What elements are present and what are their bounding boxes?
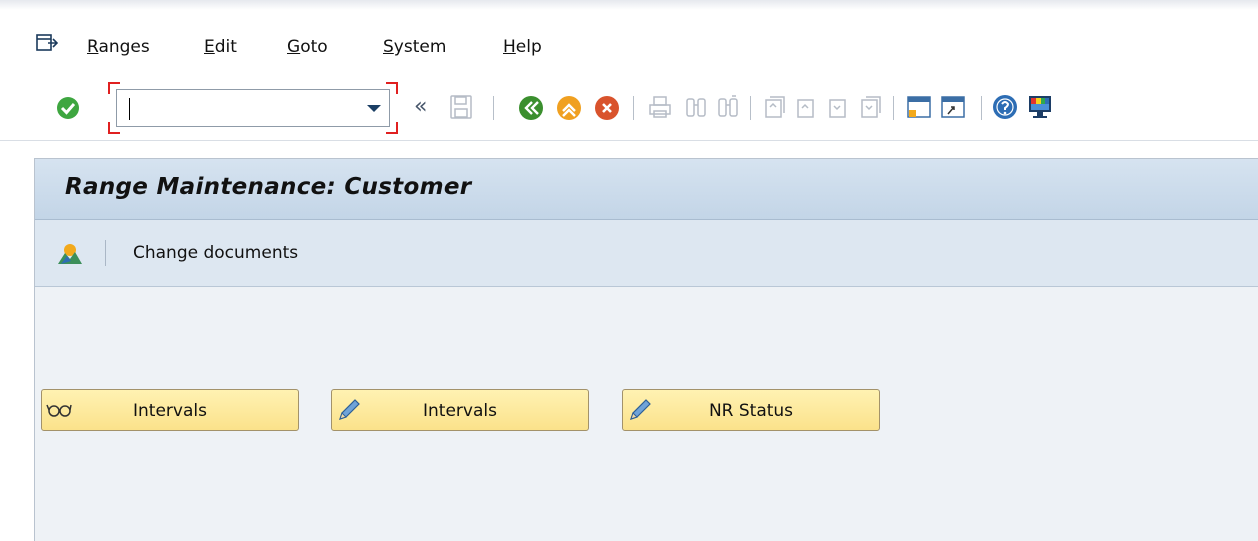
exit-icon[interactable] (556, 95, 582, 121)
customize-layout-icon[interactable] (1026, 94, 1054, 120)
save-icon[interactable] (450, 95, 472, 119)
first-page-icon[interactable] (762, 95, 786, 119)
last-page-icon[interactable] (858, 95, 882, 119)
display-intervals-button[interactable]: Intervals (41, 389, 299, 431)
app-toolbar-separator (105, 240, 106, 266)
previous-page-icon[interactable] (794, 95, 818, 119)
toolbar-separator (981, 96, 982, 120)
nr-status-button[interactable]: NR Status (622, 389, 880, 431)
main-window: Range Maintenance: Customer Change docum… (34, 158, 1258, 541)
enter-check-icon[interactable] (56, 96, 80, 120)
button-label: NR Status (708, 401, 794, 421)
toolbar-separator (750, 96, 751, 120)
menu-edit[interactable]: Edit (204, 37, 237, 57)
collapse-toolbar-icon[interactable]: « (414, 94, 427, 119)
next-page-icon[interactable] (826, 95, 850, 119)
page-title: Range Maintenance: Customer (65, 174, 472, 200)
toolbar-separator (633, 96, 634, 120)
command-field-box (108, 82, 398, 134)
toolbar-separator (893, 96, 894, 120)
menu-goto[interactable]: Goto (287, 37, 328, 57)
find-icon[interactable] (684, 95, 708, 119)
toolbar-separator (493, 96, 494, 120)
top-edge (0, 0, 1258, 10)
application-toolbar: Change documents (35, 220, 1258, 287)
print-icon[interactable] (648, 95, 672, 119)
standard-toolbar: « (0, 82, 1258, 138)
back-icon[interactable] (518, 95, 544, 121)
menu-system[interactable]: System (383, 37, 446, 57)
button-label: Intervals (133, 401, 207, 421)
help-icon[interactable] (992, 94, 1018, 120)
change-documents-button[interactable]: Change documents (133, 243, 298, 263)
menu-bar: Ranges Edit Goto System Help (0, 24, 1258, 64)
menu-help[interactable]: Help (503, 37, 542, 57)
menu-toggle-icon[interactable] (36, 34, 58, 52)
new-session-icon[interactable] (906, 94, 932, 120)
command-field[interactable] (116, 89, 390, 127)
create-shortcut-icon[interactable] (940, 94, 966, 120)
chevron-down-icon[interactable] (367, 105, 381, 112)
change-intervals-button[interactable]: Intervals (331, 389, 589, 431)
menu-ranges[interactable]: Ranges (87, 37, 150, 57)
cancel-icon[interactable] (594, 95, 620, 121)
text-caret (129, 98, 130, 120)
title-bar: Range Maintenance: Customer (35, 159, 1258, 220)
find-next-icon[interactable] (716, 95, 740, 119)
change-documents-icon[interactable] (57, 242, 83, 266)
button-label: Intervals (423, 401, 497, 421)
command-input[interactable] (123, 94, 353, 122)
toolbar-divider (0, 140, 1258, 141)
